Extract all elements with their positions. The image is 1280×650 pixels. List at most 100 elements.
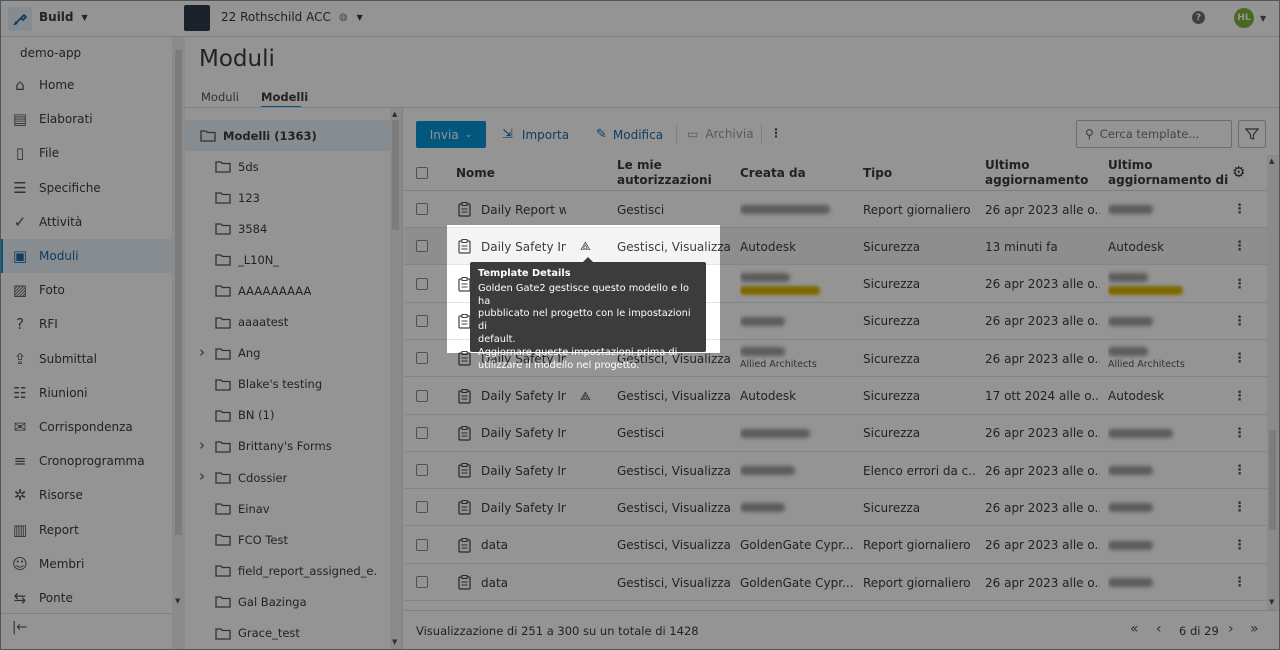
row-more-options-icon[interactable]: ⋮ xyxy=(1233,463,1246,478)
tree-folder-item[interactable]: AAAAAAAAA xyxy=(185,275,390,306)
sidebar-item-home[interactable]: ⌂ Home xyxy=(0,68,172,102)
help-icon[interactable]: ? xyxy=(1192,11,1205,24)
row-more-options-icon[interactable]: ⋮ xyxy=(1233,426,1246,441)
row-checkbox[interactable] xyxy=(416,501,428,514)
tree-folder-item[interactable]: › Brittany's Forms xyxy=(185,431,390,462)
table-scrollbar-thumb[interactable] xyxy=(1269,430,1276,530)
row-name[interactable]: Daily Safety Insp xyxy=(481,228,566,265)
collapse-sidebar-icon[interactable]: |← xyxy=(12,620,27,635)
scroll-up-icon[interactable]: ▲ xyxy=(392,110,397,118)
row-checkbox[interactable] xyxy=(416,426,428,439)
search-field[interactable]: ⚲ xyxy=(1076,120,1232,148)
row-name[interactable]: data xyxy=(481,564,566,601)
row-checkbox[interactable] xyxy=(416,240,428,253)
first-page-icon[interactable]: « xyxy=(1130,621,1139,637)
sidebar-item-attivit-[interactable]: ✓ Attività xyxy=(0,205,172,239)
col-header-created[interactable]: Creata da xyxy=(740,166,806,181)
sidebar-item-specifiche[interactable]: ☰ Specifiche xyxy=(0,171,172,205)
tree-folder-item[interactable]: Gal Bazinga xyxy=(185,586,390,617)
sidebar-item-cronoprogramma[interactable]: ≡ Cronoprogramma xyxy=(0,444,172,478)
sidebar-item-elaborati[interactable]: ▤ Elaborati xyxy=(0,102,172,136)
row-checkbox[interactable] xyxy=(416,389,428,402)
sidebar-item-rfi[interactable]: ? RFI xyxy=(0,307,172,341)
col-header-updated[interactable]: Ultimo aggiornamento xyxy=(985,158,1088,188)
row-more-options-icon[interactable]: ⋮ xyxy=(1233,314,1246,329)
tree-folder-item[interactable]: Grace_test xyxy=(185,618,390,649)
row-checkbox[interactable] xyxy=(416,576,428,588)
scroll-down-icon[interactable]: ▼ xyxy=(392,638,397,646)
table-row[interactable]: data Gestisci, Visualizza GoldenGate Cypr.… xyxy=(404,526,1276,564)
sidebar-item-file[interactable]: ▯ File xyxy=(0,136,172,170)
tab-moduli[interactable]: Moduli xyxy=(201,90,239,104)
filter-button[interactable] xyxy=(1238,120,1266,148)
app-switcher[interactable]: Build ▼ xyxy=(39,10,88,24)
row-checkbox[interactable] xyxy=(416,352,428,365)
tree-folder-item[interactable]: 5ds xyxy=(185,151,390,182)
row-checkbox[interactable] xyxy=(416,538,428,551)
table-row[interactable]: Daily Report with Gestisci Report giornali… xyxy=(404,191,1276,228)
row-more-options-icon[interactable]: ⋮ xyxy=(1233,500,1246,515)
row-more-options-icon[interactable]: ⋮ xyxy=(1233,538,1246,553)
tree-folder-item[interactable]: _L10N_ xyxy=(185,244,390,275)
row-checkbox[interactable] xyxy=(416,203,428,215)
avatar[interactable]: HL xyxy=(1234,8,1254,28)
tree-folder-item[interactable]: Einav xyxy=(185,493,390,524)
search-input[interactable] xyxy=(1099,127,1220,141)
tree-folder-item[interactable]: FCO Test xyxy=(185,524,390,555)
scroll-down-icon[interactable]: ▼ xyxy=(175,597,180,605)
last-page-icon[interactable]: » xyxy=(1250,621,1259,637)
more-options-icon[interactable]: ⋮ xyxy=(770,126,782,140)
row-checkbox[interactable] xyxy=(416,314,428,327)
table-row[interactable]: Daily Safety Insp Gestisci, Visualizza Ele… xyxy=(404,452,1276,490)
tree-folder-item[interactable]: aaaatest xyxy=(185,307,390,338)
row-more-options-icon[interactable]: ⋮ xyxy=(1233,239,1246,254)
scroll-down-icon[interactable]: ▼ xyxy=(1269,598,1274,606)
tree-folder-item[interactable]: 123 xyxy=(185,182,390,213)
row-more-options-icon[interactable]: ⋮ xyxy=(1233,202,1246,217)
sidebar-item-riunioni[interactable]: ☷ Riunioni xyxy=(0,376,172,410)
sidebar-item-corrispondenza[interactable]: ✉ Corrispondenza xyxy=(0,410,172,444)
settings-gear-icon[interactable]: ⚙ xyxy=(1232,163,1245,181)
chevron-down-icon[interactable]: ▼ xyxy=(1260,14,1266,23)
next-page-icon[interactable]: › xyxy=(1228,621,1234,637)
row-more-options-icon[interactable]: ⋮ xyxy=(1233,575,1246,590)
sidebar-item-foto[interactable]: ▨ Foto xyxy=(0,273,172,307)
table-scrollbar-track[interactable] xyxy=(1267,155,1279,610)
row-name[interactable]: Daily Safety Insp xyxy=(481,452,566,489)
row-name[interactable]: Daily Report with xyxy=(481,191,566,228)
sidebar-item-risorse[interactable]: ✲ Risorse xyxy=(0,478,172,512)
send-button[interactable]: Invia ⌄ xyxy=(416,121,486,148)
sidebar-item-moduli[interactable]: ▣ Moduli xyxy=(0,239,172,273)
col-header-updated-by[interactable]: Ultimo aggiornamento di xyxy=(1108,158,1228,188)
table-row[interactable]: Daily Safety Insp⟁Gestisci, VisualizzaAu… xyxy=(404,377,1276,415)
row-name[interactable]: Daily Safety Insp xyxy=(481,378,566,415)
scroll-up-icon[interactable]: ▲ xyxy=(1269,157,1274,165)
tree-folder-item[interactable]: BN (1) xyxy=(185,400,390,431)
col-header-name[interactable]: Nome xyxy=(456,166,495,181)
tab-modelli[interactable]: Modelli xyxy=(261,90,308,104)
row-name[interactable]: data xyxy=(481,527,566,564)
table-row[interactable]: Daily Safety Insp⟁Gestisci, VisualizzaAu… xyxy=(404,228,1276,266)
table-row[interactable]: Daily Safety Insp Gestisci Sicurezza 26 apr… xyxy=(404,414,1276,452)
sidebar-scrollbar-thumb[interactable] xyxy=(175,50,182,535)
table-row[interactable]: Daily Safety Insp Gestisci, Visualizza Sic… xyxy=(404,489,1276,527)
row-checkbox[interactable] xyxy=(416,464,428,477)
table-row[interactable]: data Gestisci, Visualizza GoldenGate Cypr.… xyxy=(404,564,1276,601)
archive-button[interactable]: ▭ Archivia xyxy=(687,127,754,141)
tree-folder-item[interactable]: Blake's testing xyxy=(185,369,390,400)
sidebar-item-report[interactable]: ▥ Report xyxy=(0,513,172,547)
col-header-perms[interactable]: Le mie autorizzazioni xyxy=(617,158,712,188)
prev-page-icon[interactable]: ‹ xyxy=(1156,621,1162,637)
row-more-options-icon[interactable]: ⋮ xyxy=(1233,351,1246,366)
sidebar-item-membri[interactable]: ☺ Membri xyxy=(0,547,172,581)
select-all-checkbox[interactable] xyxy=(416,167,428,179)
tree-root[interactable]: Modelli (1363) xyxy=(185,120,390,151)
tree-folder-item[interactable]: › Cdossier xyxy=(185,462,390,493)
sidebar-item-submittal[interactable]: ⇪ Submittal xyxy=(0,342,172,376)
col-header-type[interactable]: Tipo xyxy=(863,166,892,181)
hub-template-icon[interactable]: ⟁ xyxy=(580,378,596,415)
project-switcher[interactable]: 22 Rothschild ACC ◍ ▼ xyxy=(221,10,363,24)
import-button[interactable]: ⇲ Importa xyxy=(502,127,569,142)
tree-folder-item[interactable]: field_report_assigned_e... xyxy=(185,555,390,586)
tree-folder-item[interactable]: › Ang xyxy=(185,338,390,369)
